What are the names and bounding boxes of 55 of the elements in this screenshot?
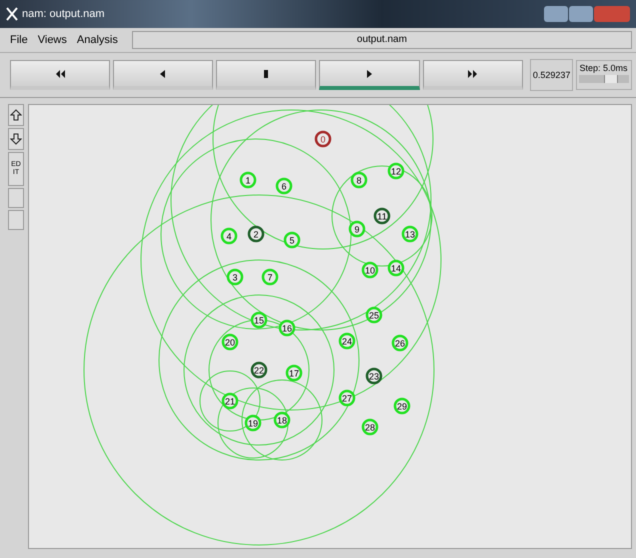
menu-item[interactable]: Analysis [76, 34, 118, 46]
network-node[interactable]: 19 [244, 414, 262, 432]
network-node[interactable]: 11 [374, 208, 390, 224]
network-node[interactable]: 18 [274, 412, 290, 428]
network-node[interactable]: 14 [388, 260, 404, 276]
network-node[interactable]: 29 [394, 398, 410, 414]
step-slider[interactable] [579, 75, 630, 83]
play-button[interactable] [319, 60, 420, 90]
network-node[interactable]: 2 [248, 226, 264, 242]
filename-label: output.nam [132, 31, 632, 49]
network-node[interactable]: 21 [222, 392, 238, 410]
network-node[interactable]: 22 [250, 362, 268, 378]
menu-item[interactable]: Views [38, 34, 67, 46]
maximize-button[interactable] [569, 6, 593, 22]
zoom-in-button[interactable] [8, 104, 24, 126]
network-node[interactable]: 1 [240, 172, 256, 188]
network-node[interactable]: 20 [222, 334, 238, 350]
network-node[interactable]: 15 [250, 312, 268, 328]
slider-thumb[interactable] [604, 75, 618, 83]
network-node[interactable]: 9 [348, 220, 366, 238]
network-node[interactable]: 0 [314, 130, 332, 148]
menu-item[interactable]: File [10, 34, 28, 46]
network-node[interactable]: 5 [284, 232, 300, 248]
x-logo-icon [6, 7, 18, 21]
network-node[interactable]: 27 [338, 390, 356, 406]
network-node[interactable]: 24 [338, 332, 356, 350]
window-title: nam: output.nam [22, 8, 105, 20]
network-node[interactable]: 23 [366, 368, 382, 384]
network-node[interactable]: 17 [286, 364, 302, 382]
fast-forward-button[interactable] [422, 60, 523, 90]
tool-button[interactable] [8, 188, 24, 208]
rewind-button[interactable] [10, 60, 110, 90]
network-node[interactable]: 12 [388, 162, 404, 180]
network-node[interactable]: 10 [362, 262, 378, 278]
step-label: Step: 5.0ms [579, 63, 628, 73]
network-node[interactable]: 6 [276, 178, 292, 194]
fast-forward-icon [467, 68, 478, 78]
down-arrow-icon [10, 133, 22, 145]
network-node[interactable]: 16 [278, 320, 296, 336]
time-readout: 0.529237 [530, 59, 574, 91]
network-node[interactable]: 28 [362, 418, 378, 436]
minimize-button[interactable] [544, 6, 568, 22]
zoom-out-button[interactable] [8, 128, 24, 150]
network-node[interactable]: 26 [392, 334, 408, 352]
stop-button[interactable] [216, 60, 316, 90]
tool-button[interactable] [8, 210, 24, 230]
network-node[interactable]: 8 [350, 172, 368, 188]
network-node[interactable]: 3 [226, 268, 244, 286]
rewind-icon [54, 68, 66, 78]
network-node[interactable]: 25 [366, 306, 382, 324]
network-node[interactable]: 13 [402, 226, 418, 242]
network-node[interactable]: 7 [262, 268, 278, 286]
up-arrow-icon [10, 109, 22, 121]
back-button[interactable] [113, 60, 214, 90]
network-node[interactable]: 4 [220, 228, 238, 244]
